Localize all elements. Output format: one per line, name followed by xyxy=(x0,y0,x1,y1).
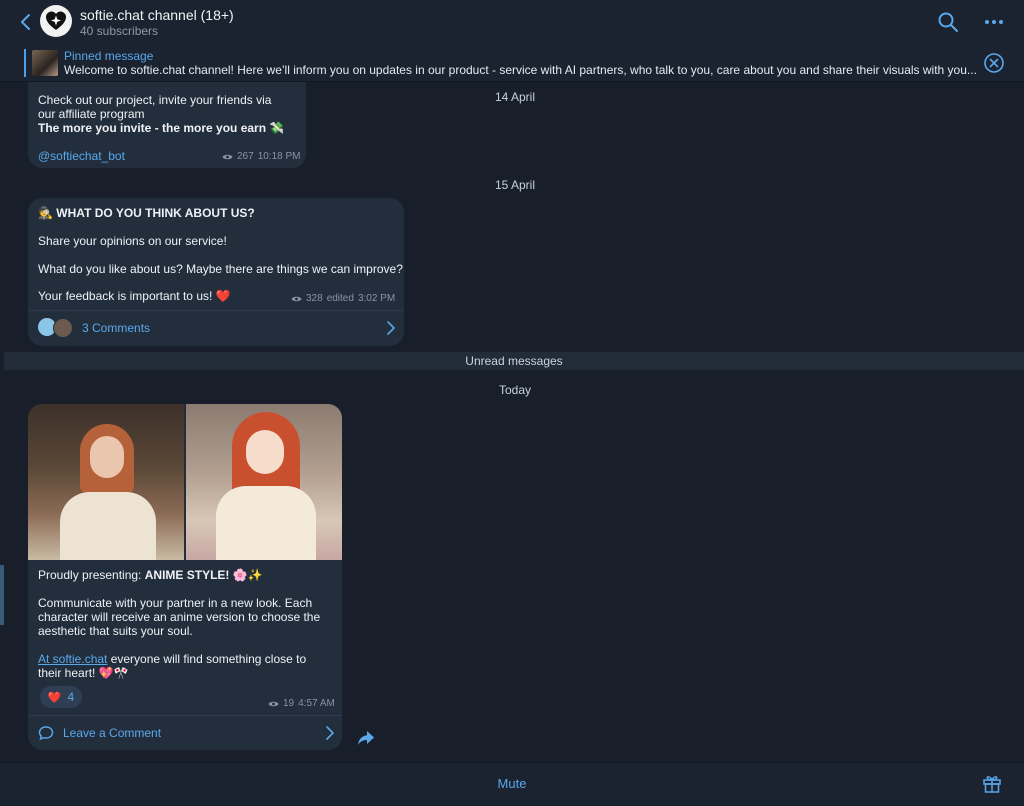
message-text: character will receive an anime version … xyxy=(38,610,321,624)
chevron-right-icon[interactable] xyxy=(386,321,396,335)
message-time: 3:02 PM xyxy=(357,293,396,304)
money-emoji: 💸 xyxy=(269,121,285,135)
message-text: Share your opinions on our service! xyxy=(38,234,227,248)
text-span: Proudly presenting: xyxy=(38,568,145,582)
bot-link[interactable]: @softiechat_bot xyxy=(38,149,125,163)
mute-button[interactable]: Mute xyxy=(462,776,562,791)
message-text: Check out our project, invite your frien… xyxy=(38,93,272,107)
share-icon[interactable] xyxy=(357,730,375,746)
feedback-text: Your feedback is important to us! xyxy=(38,289,213,303)
view-count: 19 xyxy=(283,698,295,709)
eye-icon xyxy=(291,296,302,301)
channel-title[interactable]: softie.chat channel (18+) xyxy=(80,7,234,23)
gift-icon[interactable] xyxy=(981,772,1003,794)
title-text: WHAT DO YOU THINK ABOUT US? xyxy=(56,206,255,220)
chevron-right-icon[interactable] xyxy=(325,726,335,740)
message-text: Your feedback is important to us! ❤️ xyxy=(38,289,231,303)
reaction-count: 4 xyxy=(67,690,75,704)
message-text: aesthetic that suits your soul. xyxy=(38,624,193,638)
bold-text: ANIME STYLE! xyxy=(144,568,230,582)
date-separator: 15 April xyxy=(494,178,536,192)
view-count: 328 xyxy=(306,293,323,304)
divider xyxy=(28,310,404,311)
eye-icon xyxy=(222,154,233,159)
message-meta: 19 4:57 AM xyxy=(268,698,335,709)
message-text: our affiliate program xyxy=(38,107,145,121)
back-arrow-icon[interactable] xyxy=(16,12,36,32)
reaction-chip[interactable]: ❤️ 4 xyxy=(40,686,82,708)
message-text: What do you like about us? Maybe there a… xyxy=(38,262,403,276)
message-text: Proudly presenting: ANIME STYLE! 🌸✨ xyxy=(38,568,263,582)
channel-logo-icon xyxy=(46,11,66,30)
unread-divider: Unread messages xyxy=(4,352,1024,370)
more-icon[interactable] xyxy=(983,12,1005,32)
detective-emoji: 🕵️ xyxy=(38,206,53,220)
bold-text: The more you invite - the more you earn xyxy=(38,121,267,135)
date-separator: Today xyxy=(498,383,532,397)
subscriber-count: 40 subscribers xyxy=(80,24,159,38)
heart-emoji: ❤️ xyxy=(215,289,231,303)
commenter-avatar xyxy=(53,318,73,338)
photo-anime[interactable] xyxy=(186,404,342,560)
message-time: 10:18 PM xyxy=(257,151,301,162)
search-icon[interactable] xyxy=(937,11,959,33)
text-span: everyone will find something close to xyxy=(107,652,307,666)
message-title: 🕵️ WHAT DO YOU THINK ABOUT US? xyxy=(38,206,255,220)
message-text: their heart! 💖🎌 xyxy=(38,666,129,680)
date-separator: 14 April xyxy=(494,90,536,104)
text-span: their heart! xyxy=(38,666,96,680)
view-count: 267 xyxy=(237,151,254,162)
photo-realistic[interactable] xyxy=(28,404,184,560)
heart-reaction-icon: ❤️ xyxy=(47,691,62,704)
message-text-bold: The more you invite - the more you earn … xyxy=(38,121,284,135)
comment-icon[interactable] xyxy=(38,725,54,741)
message-text: At softie.chat everyone will find someth… xyxy=(38,652,306,666)
divider xyxy=(28,715,342,716)
channel-avatar[interactable] xyxy=(40,5,72,37)
site-link[interactable]: At softie.chat xyxy=(38,652,107,666)
pinned-label: Pinned message xyxy=(64,49,154,63)
message-time: 4:57 AM xyxy=(298,698,335,709)
message-meta: 267 10:18 PM xyxy=(222,151,301,162)
comments-link[interactable]: 3 Comments xyxy=(82,321,150,335)
scroll-marker xyxy=(0,565,4,625)
close-circle-icon[interactable] xyxy=(983,52,1005,74)
heart-flag-emoji: 💖🎌 xyxy=(98,666,129,680)
message-meta: 328 edited 3:02 PM xyxy=(291,293,395,304)
flower-sparkle-emoji: 🌸✨ xyxy=(232,568,263,582)
pinned-thumbnail xyxy=(32,50,58,76)
edited-label: edited xyxy=(326,293,354,304)
message-text: Communicate with your partner in a new l… xyxy=(38,596,313,610)
leave-comment-link[interactable]: Leave a Comment xyxy=(63,726,161,740)
pinned-text[interactable]: Welcome to softie.chat channel! Here we’… xyxy=(64,63,979,77)
pinned-indicator xyxy=(24,49,26,77)
eye-icon xyxy=(268,701,279,706)
